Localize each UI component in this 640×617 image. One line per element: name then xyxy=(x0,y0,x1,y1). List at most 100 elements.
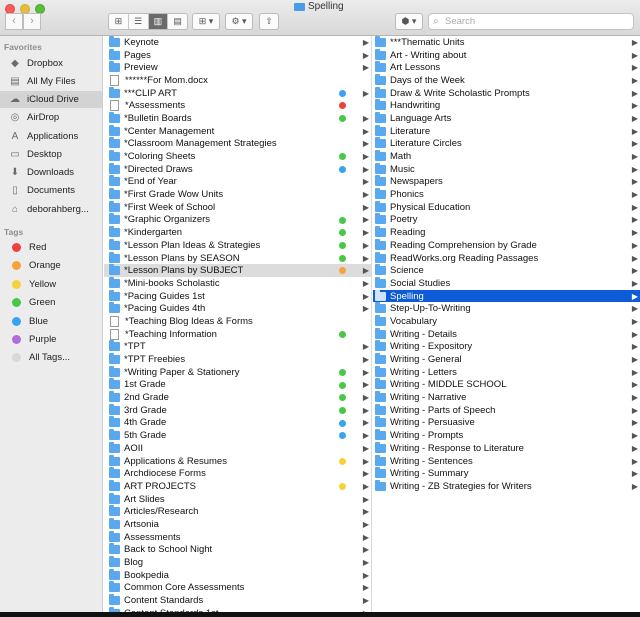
sidebar-tag-red[interactable]: Red xyxy=(0,239,102,256)
list-item[interactable]: Spelling ▶ xyxy=(373,289,640,303)
list-item[interactable]: Writing - Details ▶ xyxy=(373,327,640,341)
list-item[interactable]: Pages ▶ xyxy=(104,48,371,62)
back-button[interactable]: ‹ xyxy=(5,13,23,30)
list-item[interactable]: Articles/Research ▶ xyxy=(104,505,371,518)
list-item[interactable]: *Lesson Plans by SEASON ▶ xyxy=(104,251,371,265)
list-item[interactable]: Handwriting ▶ xyxy=(373,99,640,112)
sidebar-item-applications[interactable]: A Applications xyxy=(0,128,102,145)
list-item[interactable]: Common Core Assessments ▶ xyxy=(104,581,371,595)
list-item[interactable]: 2nd Grade ▶ xyxy=(104,391,371,404)
list-item[interactable]: *Writing Paper & Stationery ▶ xyxy=(104,365,371,379)
icon-view-button[interactable]: ⊞ xyxy=(109,14,129,29)
list-item[interactable]: Back to School Night ▶ xyxy=(104,543,371,557)
search-field[interactable]: ⌕ Search xyxy=(428,13,634,30)
list-item[interactable]: Step-Up-To-Writing ▶ xyxy=(373,302,640,315)
list-item[interactable]: Writing - General ▶ xyxy=(373,353,640,366)
list-item[interactable]: *First Grade Wow Units ▶ xyxy=(104,188,371,201)
list-item[interactable]: ***Thematic Units ▶ xyxy=(373,36,640,49)
list-item[interactable]: Science ▶ xyxy=(373,264,640,277)
list-item[interactable]: Applications & Resumes ▶ xyxy=(104,454,371,468)
list-item[interactable]: *Bulletin Boards ▶ xyxy=(104,111,371,125)
list-view-button[interactable]: ☰ xyxy=(129,14,149,29)
list-item[interactable]: Art - Writing about ▶ xyxy=(373,48,640,62)
list-item[interactable]: Writing - Summary ▶ xyxy=(373,467,640,480)
list-item[interactable]: *Kindergarten ▶ xyxy=(104,226,371,239)
list-item[interactable]: Art Slides ▶ xyxy=(104,492,371,506)
list-item[interactable]: Artsonia ▶ xyxy=(104,517,371,531)
list-item[interactable]: Literature ▶ xyxy=(373,124,640,138)
cover-flow-button[interactable]: ▤ xyxy=(168,14,187,29)
list-item[interactable]: Vocabulary ▶ xyxy=(373,314,640,328)
sidebar-tag-orange[interactable]: Orange xyxy=(0,257,102,274)
list-item[interactable]: *Mini-books Scholastic ▶ xyxy=(104,276,371,290)
list-item[interactable]: Math ▶ xyxy=(373,150,640,163)
list-item[interactable]: Writing - Parts of Speech ▶ xyxy=(373,403,640,417)
list-item[interactable]: *Teaching Blog Ideas & Forms xyxy=(104,315,371,328)
column-view-button[interactable]: ▥ xyxy=(148,14,169,29)
sidebar-item-desktop[interactable]: ▭ Desktop xyxy=(0,146,102,163)
list-item[interactable]: *Directed Draws ▶ xyxy=(104,162,371,176)
list-item[interactable]: Writing - Response to Literature ▶ xyxy=(373,441,640,455)
arrange-button[interactable]: ⊞ ▾ xyxy=(192,13,220,30)
list-item[interactable]: ReadWorks.org Reading Passages ▶ xyxy=(373,251,640,265)
list-item[interactable]: Music ▶ xyxy=(373,162,640,176)
list-item[interactable]: Writing - Sentences ▶ xyxy=(373,454,640,468)
share-button[interactable]: ⇧ xyxy=(259,13,279,30)
list-item[interactable]: 3rd Grade ▶ xyxy=(104,403,371,417)
list-item[interactable]: Writing - Persuasive ▶ xyxy=(373,416,640,430)
list-item[interactable]: Draw & Write Scholastic Prompts ▶ xyxy=(373,86,640,100)
sidebar-item-icloud-drive[interactable]: ☁ iCloud Drive xyxy=(0,91,102,108)
sidebar-item-home[interactable]: ⌂ deborahberg... xyxy=(0,201,102,218)
list-item[interactable]: *TPT Freebies ▶ xyxy=(104,353,371,366)
list-item[interactable]: Reading ▶ xyxy=(373,226,640,239)
list-item[interactable]: Days of the Week ▶ xyxy=(373,73,640,87)
sidebar-tag-blue[interactable]: Blue xyxy=(0,313,102,330)
list-item[interactable]: *Center Management ▶ xyxy=(104,124,371,138)
list-item[interactable]: Physical Education ▶ xyxy=(373,200,640,214)
list-item[interactable]: *Graphic Organizers ▶ xyxy=(104,213,371,227)
list-item[interactable]: Literature Circles ▶ xyxy=(373,137,640,151)
list-item[interactable]: ***CLIP ART ▶ xyxy=(104,86,371,100)
list-item[interactable]: *TPT ▶ xyxy=(104,340,371,354)
list-item[interactable]: 5th Grade ▶ xyxy=(104,429,371,442)
sidebar-item-airdrop[interactable]: ◎ AirDrop xyxy=(0,109,102,126)
list-item[interactable]: Writing - Letters ▶ xyxy=(373,365,640,379)
list-item[interactable]: Archdiocese Forms ▶ xyxy=(104,467,371,480)
list-item[interactable]: Language Arts ▶ xyxy=(373,111,640,125)
action-button[interactable]: ⚙ ▾ xyxy=(225,13,253,30)
list-item[interactable]: Reading Comprehension by Grade ▶ xyxy=(373,238,640,252)
list-item[interactable]: *Lesson Plans by SUBJECT ▶ xyxy=(104,264,371,278)
sidebar-tag-all[interactable]: All Tags... xyxy=(0,349,102,366)
sidebar-item-dropbox[interactable]: ◆ Dropbox xyxy=(0,55,102,72)
list-item[interactable]: *Assessments xyxy=(104,99,371,112)
list-item[interactable]: ******For Mom.docx xyxy=(104,74,371,87)
list-item[interactable]: *Pacing Guides 1st ▶ xyxy=(104,289,371,303)
list-item[interactable]: *Pacing Guides 4th ▶ xyxy=(104,302,371,315)
list-item[interactable]: Poetry ▶ xyxy=(373,213,640,227)
list-item[interactable]: *Teaching Information xyxy=(104,328,371,341)
list-item[interactable]: Writing - Narrative ▶ xyxy=(373,391,640,404)
list-item[interactable]: Writing - Prompts ▶ xyxy=(373,429,640,442)
list-item[interactable]: Social Studies ▶ xyxy=(373,276,640,290)
list-item[interactable]: *First Week of School ▶ xyxy=(104,200,371,214)
list-item[interactable]: Writing - Expository ▶ xyxy=(373,340,640,354)
list-item[interactable]: Blog ▶ xyxy=(104,556,371,569)
list-item[interactable]: Bookpedia ▶ xyxy=(104,568,371,582)
list-item[interactable]: Newspapers ▶ xyxy=(373,175,640,189)
sidebar-tag-yellow[interactable]: Yellow xyxy=(0,276,102,293)
forward-button[interactable]: › xyxy=(23,13,41,30)
list-item[interactable]: 4th Grade ▶ xyxy=(104,416,371,430)
sidebar-tag-purple[interactable]: Purple xyxy=(0,331,102,348)
list-item[interactable]: *Lesson Plan Ideas & Strategies ▶ xyxy=(104,238,371,252)
list-item[interactable]: Writing - ZB Strategies for Writers ▶ xyxy=(373,479,640,493)
list-item[interactable]: Preview ▶ xyxy=(104,61,371,74)
list-item[interactable]: Phonics ▶ xyxy=(373,188,640,201)
sidebar-item-downloads[interactable]: ⬇ Downloads xyxy=(0,164,102,181)
list-item[interactable]: *Classroom Management Strategies ▶ xyxy=(104,137,371,151)
list-item[interactable]: Assessments ▶ xyxy=(104,530,371,544)
list-item[interactable]: ART PROJECTS ▶ xyxy=(104,479,371,493)
sidebar-tag-green[interactable]: Green xyxy=(0,294,102,311)
sidebar-item-documents[interactable]: ▯ Documents xyxy=(0,182,102,199)
dropbox-menu-button[interactable]: ⬢ ▾ xyxy=(395,13,423,30)
list-item[interactable]: *End of Year ▶ xyxy=(104,175,371,189)
